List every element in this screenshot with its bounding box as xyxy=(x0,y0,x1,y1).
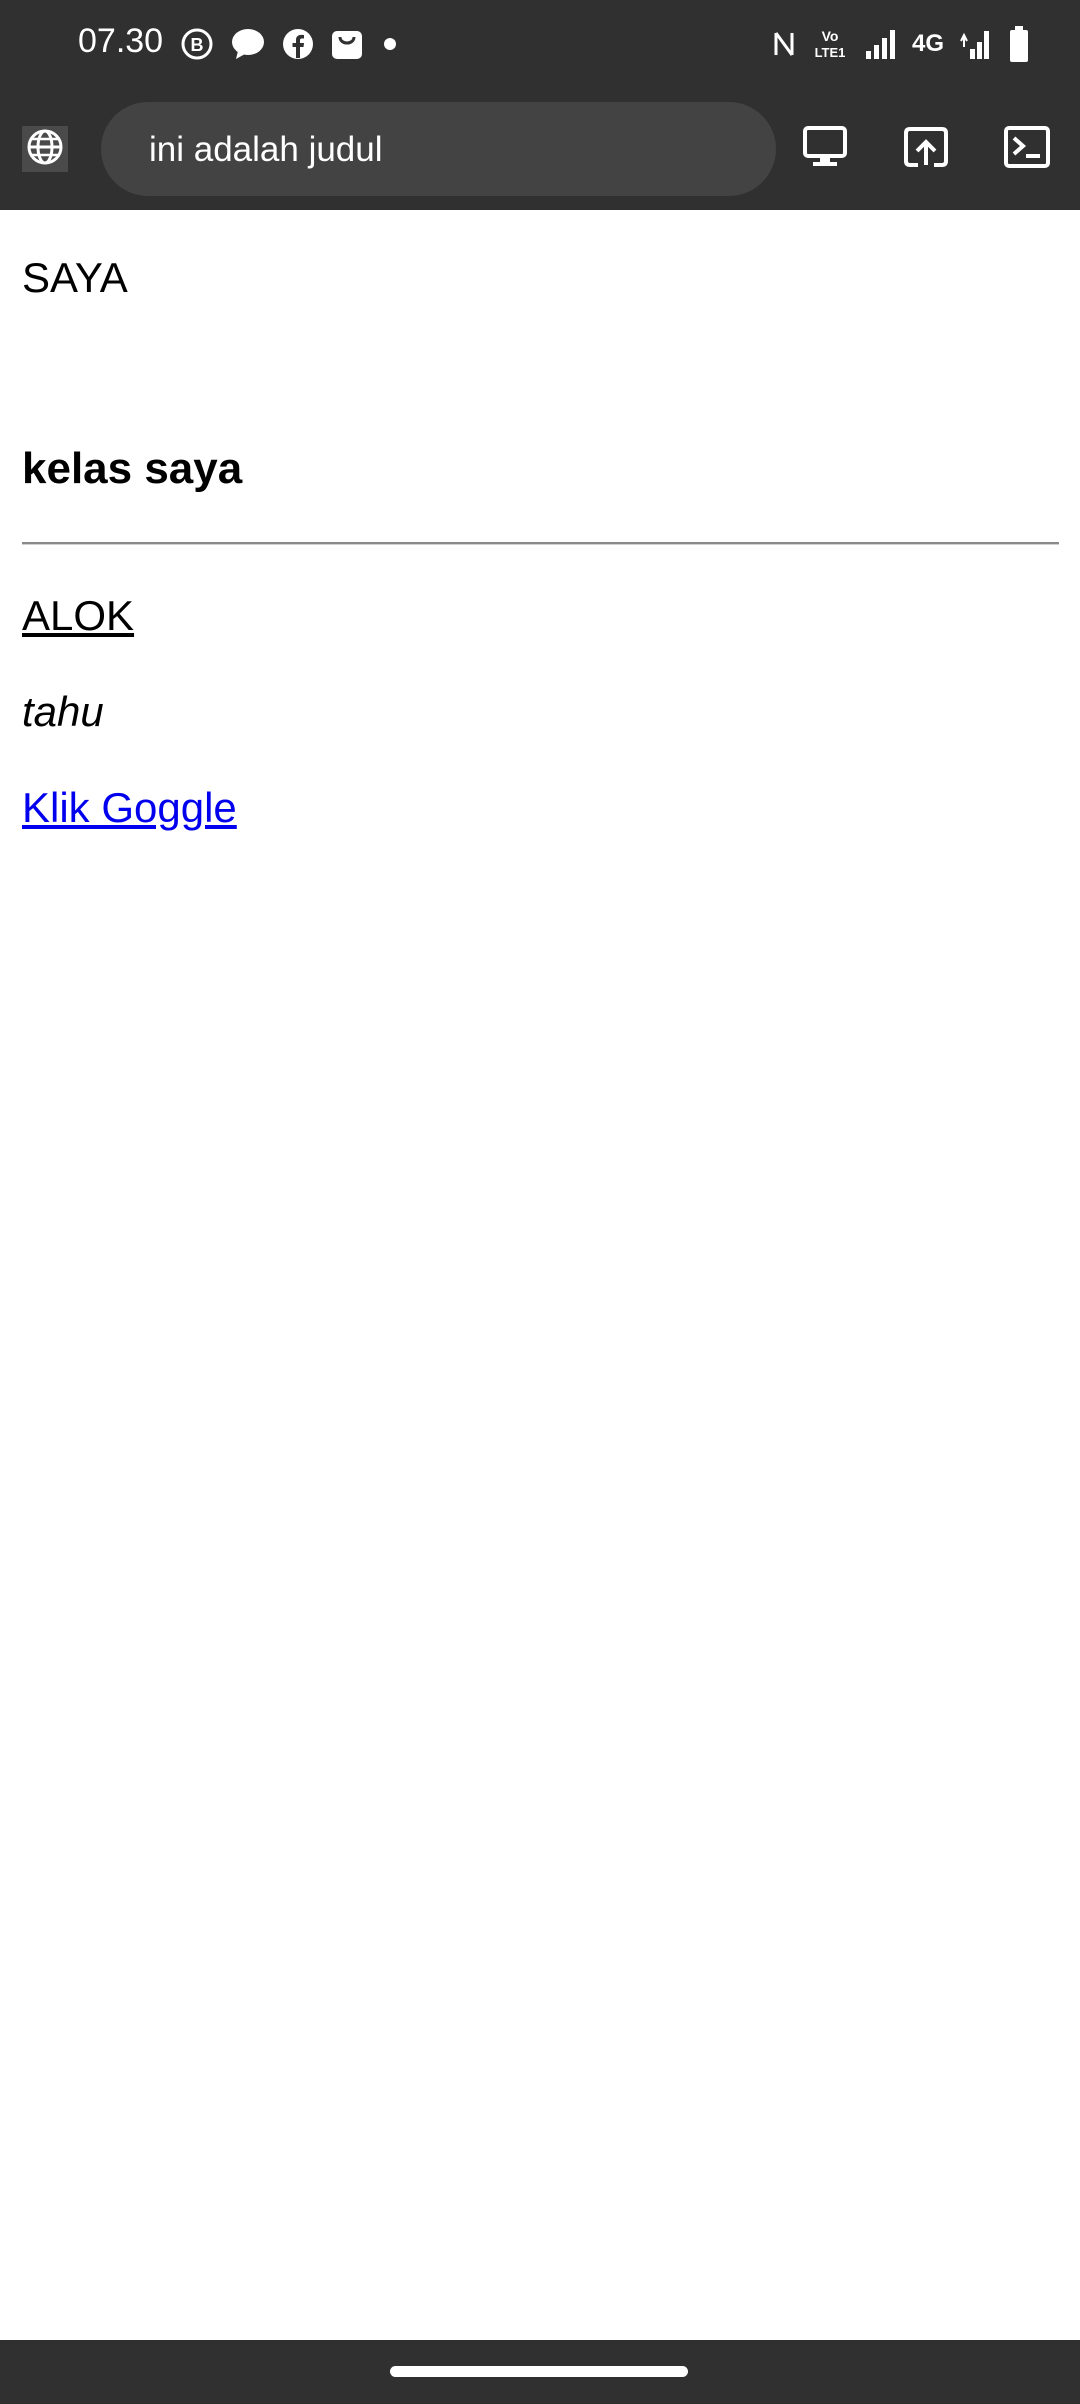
signal-icon xyxy=(864,27,898,61)
system-icons: Vo LTE1 4G xyxy=(772,24,1030,64)
messenger-icon xyxy=(230,27,266,61)
volte-icon: Vo LTE1 xyxy=(810,27,850,61)
battery-icon xyxy=(1008,25,1030,63)
status-bar: 07.30 B Vo LTE1 4G xyxy=(0,0,1080,88)
underlined-text: ALOK xyxy=(22,592,135,639)
open-external-button[interactable] xyxy=(901,124,951,174)
home-gesture-handle[interactable] xyxy=(390,2366,688,2377)
console-button[interactable] xyxy=(1002,124,1052,174)
google-link[interactable]: Klik Goggle xyxy=(22,784,237,832)
signal-icon-2 xyxy=(958,27,994,61)
svg-text:Vo: Vo xyxy=(822,28,839,44)
terminal-icon xyxy=(1004,125,1050,173)
store-bag-icon xyxy=(330,27,364,61)
network-type-label: 4G xyxy=(911,30,944,57)
browser-toolbar: ini adalah judul xyxy=(0,88,1080,210)
site-info-button[interactable] xyxy=(22,126,68,172)
desktop-icon xyxy=(802,125,848,174)
globe-icon xyxy=(25,127,65,172)
paragraph-text: SAYA xyxy=(22,254,128,301)
system-nav-bar xyxy=(0,2340,1080,2404)
notification-icons: B xyxy=(180,24,400,64)
page-content: SAYA kelas saya ALOK tahu Klik Goggle xyxy=(0,210,1080,2340)
section-heading: kelas saya xyxy=(22,444,243,493)
b-chat-icon: B xyxy=(180,27,214,61)
page-title: ini adalah judul xyxy=(149,130,383,169)
dot-icon xyxy=(380,27,400,61)
svg-text:LTE1: LTE1 xyxy=(815,45,846,60)
italic-text: tahu xyxy=(22,688,104,735)
horizontal-divider xyxy=(22,542,1059,545)
page-title-bar[interactable]: ini adalah judul xyxy=(101,102,776,196)
status-time: 07.30 xyxy=(78,22,164,60)
open-external-icon xyxy=(903,125,949,174)
nfc-icon xyxy=(772,27,796,61)
facebook-icon xyxy=(282,28,314,60)
svg-text:B: B xyxy=(191,35,204,55)
desktop-view-button[interactable] xyxy=(800,124,850,174)
